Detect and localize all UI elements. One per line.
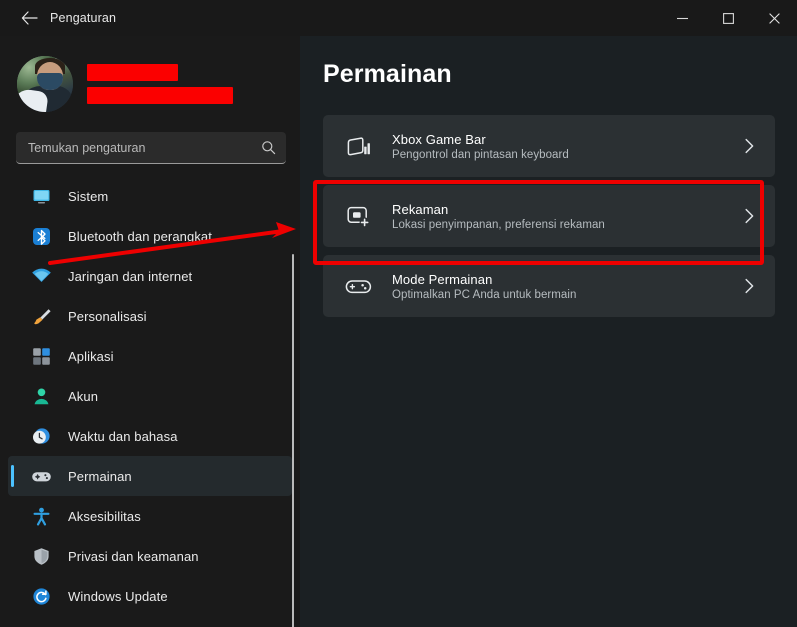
sidebar-item-aksesibilitas[interactable]: Aksesibilitas: [8, 496, 292, 536]
game-bar-icon: [343, 131, 373, 161]
sidebar-label: Waktu dan bahasa: [68, 428, 178, 444]
gamepad-icon: [343, 271, 373, 301]
back-button[interactable]: [12, 3, 46, 33]
card-subtitle: Optimalkan PC Anda untuk bermain: [392, 288, 577, 301]
main-content: Permainan Xbox Game Bar Pengontrol dan p…: [300, 36, 797, 627]
person-icon: [30, 385, 52, 407]
window-controls: [659, 0, 797, 36]
sidebar-label: Bluetooth dan perangkat: [68, 228, 212, 244]
monitor-icon: [30, 185, 52, 207]
card-title: Xbox Game Bar: [392, 131, 486, 147]
sidebar-label: Jaringan dan internet: [68, 268, 193, 284]
sidebar-label: Sistem: [68, 188, 109, 204]
account-section[interactable]: [17, 53, 300, 115]
sidebar-item-bluetooth-dan-perangkat[interactable]: Bluetooth dan perangkat: [8, 216, 292, 256]
card-title: Rekaman: [392, 201, 449, 217]
shield-icon: [30, 545, 52, 567]
sidebar-label: Privasi dan keamanan: [68, 548, 199, 564]
sidebar-item-permainan[interactable]: Permainan: [8, 456, 292, 496]
update-refresh-icon: [30, 585, 52, 607]
chevron-right-icon: [741, 138, 757, 154]
wifi-icon: [30, 265, 52, 287]
settings-card-list: Xbox Game Bar Pengontrol dan pintasan ke…: [323, 115, 775, 317]
search-input[interactable]: [28, 140, 260, 155]
minimize-icon: [676, 12, 689, 25]
sidebar: Sistem Bluetooth dan perangkat: [0, 36, 300, 627]
avatar: [17, 56, 73, 112]
bluetooth-icon: [30, 225, 52, 247]
card-subtitle: Pengontrol dan pintasan keyboard: [392, 148, 569, 161]
sidebar-label: Permainan: [68, 468, 132, 484]
screen-capture-add-icon: [343, 201, 373, 231]
chevron-right-icon: [741, 208, 757, 224]
card-rekaman[interactable]: Rekaman Lokasi penyimpanan, preferensi r…: [323, 185, 775, 247]
close-button[interactable]: [751, 0, 797, 36]
sidebar-label: Aplikasi: [68, 348, 114, 364]
maximize-button[interactable]: [705, 0, 751, 36]
apps-icon: [30, 345, 52, 367]
sidebar-label: Personalisasi: [68, 308, 147, 324]
card-subtitle: Lokasi penyimpanan, preferensi rekaman: [392, 218, 605, 231]
settings-window: Pengaturan Temukan pengaturan Sistem Blu…: [0, 0, 797, 627]
sidebar-item-windows-update[interactable]: Windows Update: [8, 576, 292, 616]
close-icon: [768, 12, 781, 25]
sidebar-label: Windows Update: [68, 588, 168, 604]
card-title: Mode Permainan: [392, 271, 493, 287]
minimize-button[interactable]: [659, 0, 705, 36]
back-arrow-icon: [21, 11, 38, 25]
maximize-icon: [722, 12, 735, 25]
card-xbox-game-bar[interactable]: Xbox Game Bar Pengontrol dan pintasan ke…: [323, 115, 775, 177]
chevron-right-icon: [741, 278, 757, 294]
card-mode-permainan[interactable]: Mode Permainan Optimalkan PC Anda untuk …: [323, 255, 775, 317]
card-text: Mode Permainan Optimalkan PC Anda untuk …: [392, 272, 741, 301]
window-title: Pengaturan: [50, 11, 117, 25]
sidebar-item-aplikasi[interactable]: Aplikasi: [8, 336, 292, 376]
paintbrush-icon: [30, 305, 52, 327]
sidebar-item-personalisasi[interactable]: Personalisasi: [8, 296, 292, 336]
search-icon: [260, 140, 276, 155]
card-text: Rekaman Lokasi penyimpanan, preferensi r…: [392, 202, 741, 231]
account-text: [87, 64, 233, 104]
sidebar-nav: Sistem Bluetooth dan perangkat Jaringan …: [0, 176, 300, 616]
sidebar-scrollbar[interactable]: [292, 254, 294, 627]
sidebar-label: Akun: [68, 388, 99, 404]
sidebar-item-akun[interactable]: Akun: [8, 376, 292, 416]
gamepad-icon: [30, 465, 52, 487]
account-name-redaction: [87, 64, 178, 81]
card-text: Xbox Game Bar Pengontrol dan pintasan ke…: [392, 132, 741, 161]
sidebar-item-jaringan-dan-internet[interactable]: Jaringan dan internet: [8, 256, 292, 296]
sidebar-label: Aksesibilitas: [68, 508, 141, 524]
clock-globe-icon: [30, 425, 52, 447]
search-box[interactable]: [16, 132, 286, 164]
sidebar-item-sistem[interactable]: Sistem: [8, 176, 292, 216]
account-email-redaction: [87, 87, 233, 104]
selection-indicator: [11, 465, 14, 487]
sidebar-item-privasi-dan-keamanan[interactable]: Privasi dan keamanan: [8, 536, 292, 576]
page-title: Permainan: [323, 60, 452, 88]
sidebar-item-waktu-dan-bahasa[interactable]: Waktu dan bahasa: [8, 416, 292, 456]
title-bar: Pengaturan: [0, 0, 797, 36]
accessibility-icon: [30, 505, 52, 527]
